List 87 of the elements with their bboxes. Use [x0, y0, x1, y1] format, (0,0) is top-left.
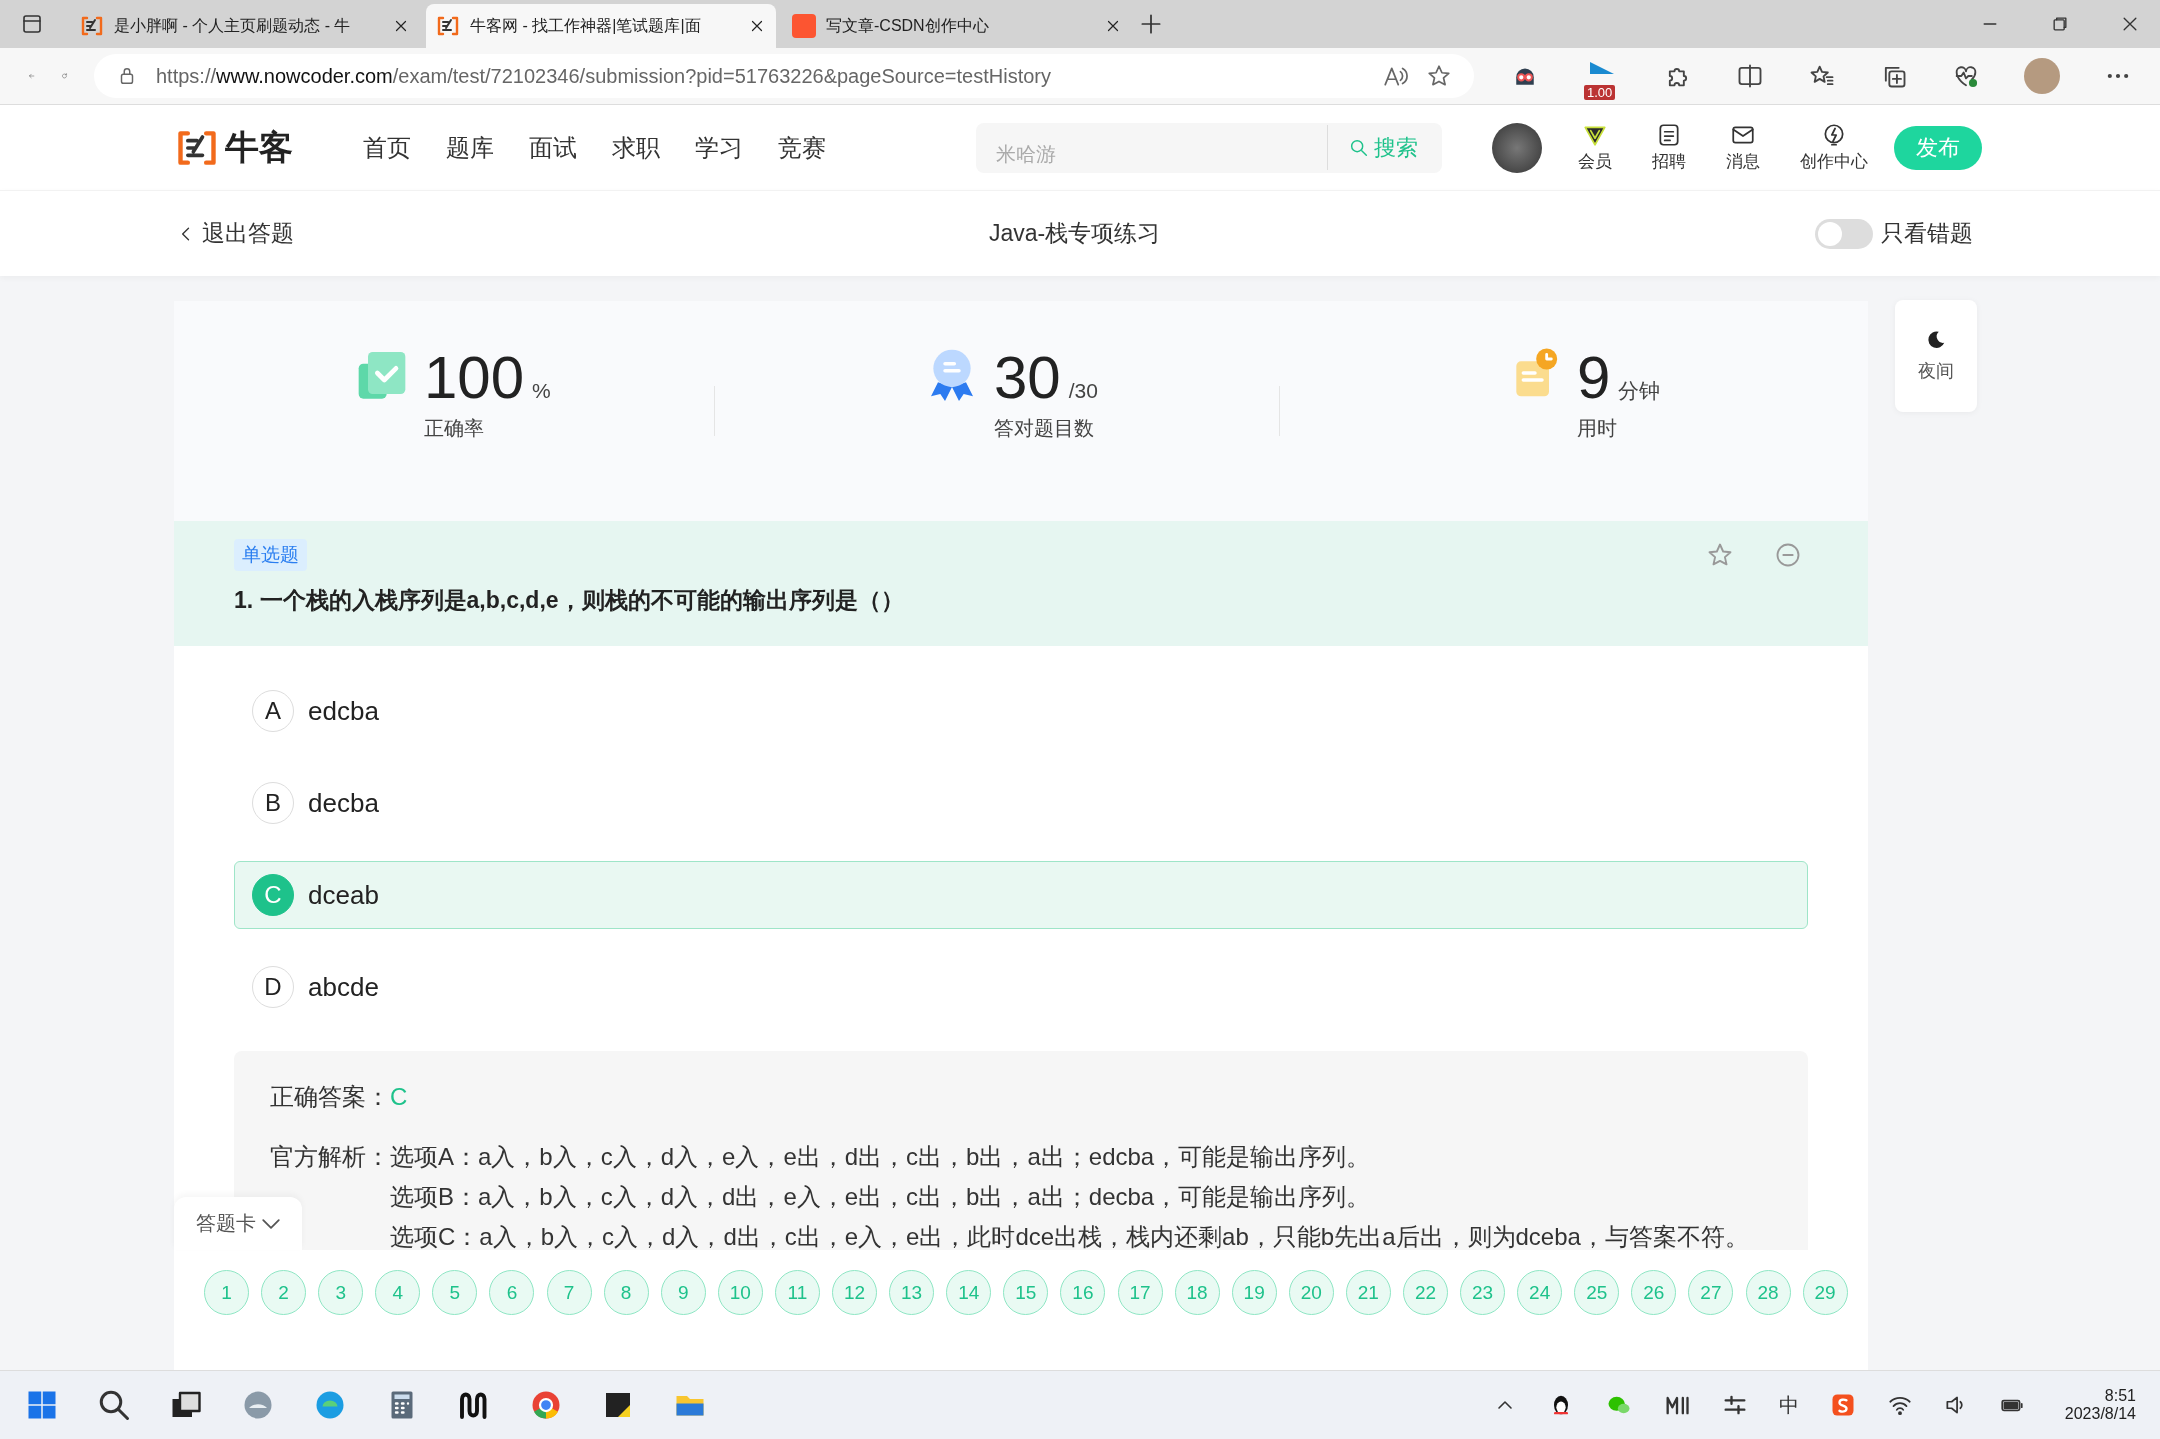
question-number[interactable]: 15 [1003, 1270, 1049, 1315]
address-field[interactable]: https://www.nowcoder.com/exam/test/72102346/submission?pid=51763226&pageSource=testHistory [94, 54, 1474, 98]
question-number[interactable]: 4 [375, 1270, 421, 1315]
question-number[interactable]: 1 [204, 1270, 249, 1315]
answer-card-tab[interactable]: 答题卡 [174, 1197, 302, 1250]
question-number[interactable]: 26 [1631, 1270, 1677, 1315]
question-number[interactable]: 9 [660, 1270, 706, 1315]
nav-link[interactable]: 求职 [612, 131, 660, 164]
chevron-down-icon [262, 1218, 280, 1229]
moon-icon [1925, 329, 1947, 351]
question-number[interactable]: 6 [489, 1270, 535, 1315]
stat-label: 用时 [1577, 416, 1618, 441]
clock-date[interactable]: 2023/8/14 [2064, 1405, 2136, 1423]
question-type-tag: 单选题 [234, 539, 307, 571]
site-logo-icon [80, 14, 104, 38]
question-text: 1. 一个栈的入栈序列是a,b,c,d,e，则栈的不可能的输出序列是（） [234, 586, 905, 615]
question-number[interactable]: 16 [1060, 1270, 1106, 1315]
nav-link[interactable]: 题库 [446, 131, 494, 164]
stat-unit: 分钟 [1618, 378, 1661, 404]
question-number[interactable]: 3 [318, 1270, 364, 1315]
question-number[interactable]: 24 [1517, 1270, 1563, 1315]
csdn-logo-icon [792, 14, 816, 38]
stat-value: 30 [994, 345, 1061, 411]
question-number[interactable]: 11 [774, 1270, 820, 1315]
stat-label: 正确率 [424, 416, 485, 441]
clock-time[interactable]: 8:51 [2104, 1387, 2136, 1405]
answer-option[interactable]: A edcba [234, 677, 1808, 745]
publish-button[interactable]: 发布 [1894, 125, 1982, 170]
header-link[interactable]: 消息 [1720, 121, 1766, 174]
question-number[interactable]: 18 [1174, 1270, 1220, 1315]
site-logo-text[interactable]: 牛客 [225, 124, 293, 171]
search-field[interactable]: 米哈游 搜索 [976, 122, 1442, 173]
question-number[interactable]: 5 [432, 1270, 478, 1315]
question-number[interactable]: 14 [946, 1270, 992, 1315]
question-number[interactable]: 19 [1231, 1270, 1277, 1315]
minus-circle-icon[interactable] [1774, 541, 1802, 569]
browser-tab[interactable]: 是小胖啊 - 个人主页刷题动态 - 牛 [70, 4, 420, 48]
user-avatar[interactable] [1492, 122, 1542, 173]
nav-link[interactable]: 竞赛 [778, 131, 826, 164]
question-number[interactable]: 29 [1802, 1270, 1848, 1315]
exit-link[interactable]: 退出答题 [176, 218, 294, 249]
nav-link[interactable]: 学习 [695, 131, 743, 164]
answer-label: 正确答案： [270, 1083, 390, 1110]
question-number[interactable]: 21 [1345, 1270, 1391, 1315]
question-number[interactable]: 20 [1288, 1270, 1334, 1315]
night-mode-button[interactable]: 夜间 [1895, 300, 1977, 412]
analysis-label: 官方解析： [270, 1142, 390, 1172]
header-link[interactable]: 创作中心 [1794, 121, 1874, 174]
answer-option[interactable]: B decba [234, 769, 1808, 837]
question-number[interactable]: 8 [603, 1270, 649, 1315]
stat-unit: % [532, 379, 551, 403]
tab-actions-icon[interactable] [20, 12, 44, 36]
browser-tab[interactable]: 牛客网 - 找工作神器|笔试题库|面 [426, 4, 776, 48]
header-link[interactable]: 会员 [1572, 121, 1618, 174]
input-method-indicator[interactable]: 中 [1778, 1391, 1799, 1419]
browser-tab[interactable]: 写文章-CSDN创作中心 [782, 4, 1132, 48]
question-number[interactable]: 22 [1402, 1270, 1448, 1315]
page-title: Java-栈专项练习 [988, 219, 1161, 248]
question-number[interactable]: 2 [261, 1270, 307, 1315]
analysis-text: 选项A：a入，b入，c入，d入，e入，e出，d出，c出，b出，a出；edcba，可能是输出序列。 [390, 1142, 1372, 1172]
site-logo-icon [436, 14, 460, 38]
search-button[interactable]: 搜索 [1328, 131, 1424, 164]
toggle-label: 只看错题 [1881, 219, 1973, 248]
split-screen-icon[interactable] [1736, 62, 1764, 90]
stat-value: 9 [1577, 345, 1611, 411]
toggle-switch[interactable] [1815, 218, 1873, 249]
jobs-icon [1656, 122, 1682, 148]
nav-link[interactable]: 首页 [363, 131, 411, 164]
question-number[interactable]: 7 [546, 1270, 592, 1315]
answer-option[interactable]: D abcde [234, 953, 1808, 1021]
stat-label: 答对题目数 [994, 416, 1095, 441]
question-number[interactable]: 23 [1460, 1270, 1506, 1315]
stat-unit: /30 [1068, 379, 1098, 403]
question-number[interactable]: 17 [1117, 1270, 1163, 1315]
question-number[interactable]: 10 [717, 1270, 763, 1315]
question-number[interactable]: 13 [889, 1270, 935, 1315]
correct-answer: C [390, 1083, 408, 1110]
answer-option[interactable]: C dceab [234, 861, 1808, 929]
header-link[interactable]: 招聘 [1646, 121, 1692, 174]
question-number[interactable]: 25 [1574, 1270, 1620, 1315]
analysis-text: 选项B：a入，b入，c入，d入，d出，e入，e出，c出，b出，a出；decba，可能是输出序列。 [390, 1182, 1372, 1212]
question-number[interactable]: 12 [832, 1270, 878, 1315]
question-number[interactable]: 28 [1745, 1270, 1791, 1315]
analysis-text: 选项C：a入，b入，c入，d入，d出，c出，e入，e出，此时dce出栈，栈内还剩ab，只能b先出a后出，则为dceba，与答案不符。 [390, 1222, 1749, 1252]
stat-value: 100 [424, 345, 525, 411]
question-number[interactable]: 27 [1688, 1270, 1734, 1315]
nav-link[interactable]: 面试 [529, 131, 577, 164]
